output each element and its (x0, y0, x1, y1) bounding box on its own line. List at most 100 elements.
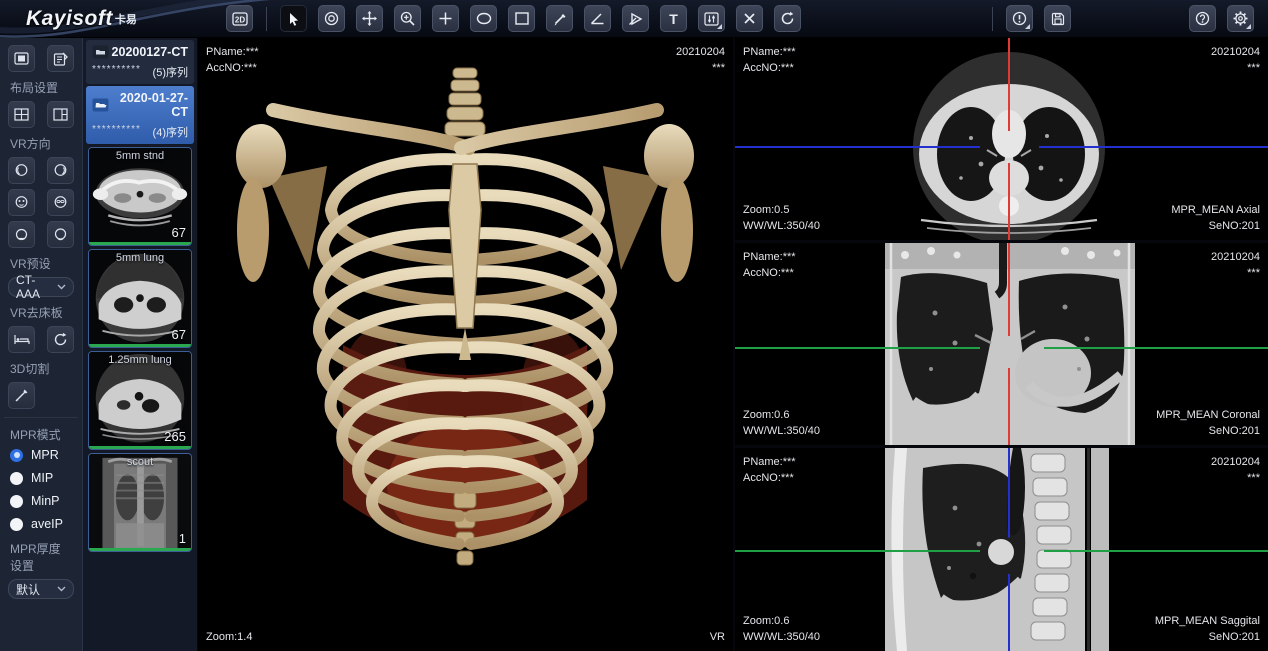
sagittal-crosshair-vertical-blue[interactable] (1008, 448, 1010, 651)
windowing-icon (324, 11, 339, 26)
mpr-mode-radio-aveip[interactable]: aveIP (10, 517, 72, 531)
masked-text: *** (1211, 60, 1260, 76)
vr-direction-right-button[interactable] (47, 157, 74, 184)
vr-direction-label: VR方向 (10, 135, 72, 152)
text-annotation-button[interactable]: T (660, 5, 687, 32)
sagittal-label-overlay: MPR_MEAN Saggital SeNO:201 (1155, 613, 1260, 645)
top-toolbar: Kayisoft 卡易 2D (0, 0, 1268, 38)
axial-patient-overlay: PName:*** AccNO:*** (743, 44, 796, 76)
axial-crosshair-horizontal-blue[interactable] (735, 146, 1268, 148)
thumbnail-image-count: 67 (172, 225, 186, 240)
magnifier-plus-icon (400, 11, 415, 26)
gear-icon (1233, 11, 1248, 26)
head-top-icon (14, 227, 29, 242)
length-measure-button[interactable] (546, 5, 573, 32)
study-patient-masked: ********** (92, 124, 141, 140)
series-thumbnail-scout[interactable]: scout 1 (88, 453, 192, 552)
vr-direction-anterior-button[interactable] (8, 189, 35, 216)
mpr-coronal-viewport[interactable]: PName:*** AccNO:*** 20210204 *** Zoom:0.… (735, 243, 1268, 445)
toolbar-right-tools (990, 5, 1268, 32)
vr-patient-overlay: PName:*** AccNO:*** (206, 44, 259, 76)
floppy-save-icon (1051, 12, 1065, 26)
vr-preset-select[interactable]: CT-AAA (8, 277, 74, 297)
series-thumbnail-5mm-stnd[interactable]: 5mm stnd 67 (88, 147, 192, 246)
study-series-count: (5)序列 (153, 64, 188, 80)
mpr-thickness-select[interactable]: 默认 (8, 579, 74, 599)
mpr-mode-label: MPR模式 (10, 426, 72, 443)
study-item-1[interactable]: 20200127-CT ********** (5)序列 (86, 40, 194, 84)
reset-view-button[interactable] (774, 5, 801, 32)
coronal-zoom-overlay: Zoom:0.6 WW/WL:350/40 (743, 407, 820, 439)
info-circle-icon (1012, 11, 1027, 26)
zoom-text: Zoom:0.6 (743, 613, 820, 629)
mpr-mode-radio-minp[interactable]: MinP (10, 494, 72, 508)
bed-icon (14, 333, 30, 346)
chevron-down-icon (57, 586, 66, 592)
ellipse-icon (476, 12, 492, 25)
series-thumbnail-125mm-lung[interactable]: 1.25mm lung 265 (88, 351, 192, 450)
cine-play-button[interactable] (622, 5, 649, 32)
wwwl-text: WW/WL:350/40 (743, 629, 820, 645)
coronal-study-overlay: 20210204 *** (1211, 249, 1260, 281)
left-control-sidebar: 布局设置 VR方向 (0, 38, 83, 651)
sagittal-study-overlay: 20210204 *** (1211, 454, 1260, 486)
zoom-text: Zoom:1.4 (206, 629, 252, 645)
radio-label: MIP (31, 471, 53, 485)
study-item-2-selected[interactable]: 2020-01-27-CT ********** (4)序列 (86, 86, 194, 144)
vr-direction-left-button[interactable] (8, 157, 35, 184)
thumbnail-progress-bar (89, 344, 191, 347)
accno-text: AccNO:*** (206, 60, 259, 76)
pan-icon (362, 11, 377, 26)
coronal-crosshair-horizontal-green[interactable] (735, 347, 1268, 349)
vr-label-overlay: VR (710, 629, 725, 645)
crosshair-tool-button[interactable] (432, 5, 459, 32)
save-button[interactable] (1044, 5, 1071, 32)
masked-text: *** (1211, 265, 1260, 281)
settings-button[interactable] (1227, 5, 1254, 32)
pname-text: PName:*** (743, 44, 796, 60)
vr-3d-viewport[interactable]: PName:*** AccNO:*** 20210204 *** Zoom:1.… (198, 38, 733, 651)
accno-text: AccNO:*** (743, 470, 796, 486)
delete-annotation-button[interactable] (736, 5, 763, 32)
ellipse-roi-button[interactable] (470, 5, 497, 32)
sagittal-zoom-overlay: Zoom:0.6 WW/WL:350/40 (743, 613, 820, 645)
cut-3d-label: 3D切割 (10, 360, 72, 377)
mpr-mode-radio-mip[interactable]: MIP (10, 471, 72, 485)
remove-bed-button[interactable] (8, 326, 35, 353)
head-back-icon (53, 195, 68, 210)
mpr-mode-radio-mpr[interactable]: MPR (10, 448, 72, 462)
toolbar-tools: 2D (226, 5, 801, 32)
adjust-panel-button[interactable] (698, 5, 725, 32)
layout-grid-button[interactable] (8, 101, 35, 128)
series-number-text: SeNO:201 (1171, 218, 1260, 234)
rectangle-roi-button[interactable] (508, 5, 535, 32)
bed-reset-button[interactable] (47, 326, 74, 353)
layout-split-button[interactable] (47, 101, 74, 128)
window-level-tool-button[interactable] (318, 5, 345, 32)
panel-icon (14, 52, 29, 65)
report-button[interactable] (47, 45, 74, 72)
help-button[interactable] (1189, 5, 1216, 32)
ct-viewer-app: Kayisoft 卡易 2D (0, 0, 1268, 651)
pan-tool-button[interactable] (356, 5, 383, 32)
vr-direction-superior-button[interactable] (8, 221, 35, 248)
study-patient-masked: ********** (92, 64, 141, 80)
sagittal-crosshair-horizontal-green[interactable] (735, 550, 1268, 552)
angle-measure-button[interactable] (584, 5, 611, 32)
info-button[interactable] (1006, 5, 1033, 32)
panel-toggle-button[interactable] (8, 45, 35, 72)
mpr-sagittal-viewport[interactable]: PName:*** AccNO:*** 20210204 *** Zoom:0.… (735, 448, 1268, 651)
vr-direction-posterior-button[interactable] (47, 189, 74, 216)
radio-label: MPR (31, 448, 59, 462)
coronal-crosshair-vertical-red[interactable] (1008, 243, 1010, 445)
axial-crosshair-vertical-red[interactable] (1008, 38, 1010, 240)
face-front-icon (14, 195, 29, 210)
masked-text: *** (1211, 470, 1260, 486)
scalpel-cut-button[interactable] (8, 382, 35, 409)
zoom-tool-button[interactable] (394, 5, 421, 32)
series-thumbnail-5mm-lung[interactable]: 5mm lung 67 (88, 249, 192, 348)
close-x-icon (743, 12, 756, 25)
mpr-axial-viewport[interactable]: PName:*** AccNO:*** 20210204 *** Zoom:0.… (735, 38, 1268, 240)
vr-direction-inferior-button[interactable] (47, 221, 74, 248)
toolbar-separator (992, 7, 993, 31)
